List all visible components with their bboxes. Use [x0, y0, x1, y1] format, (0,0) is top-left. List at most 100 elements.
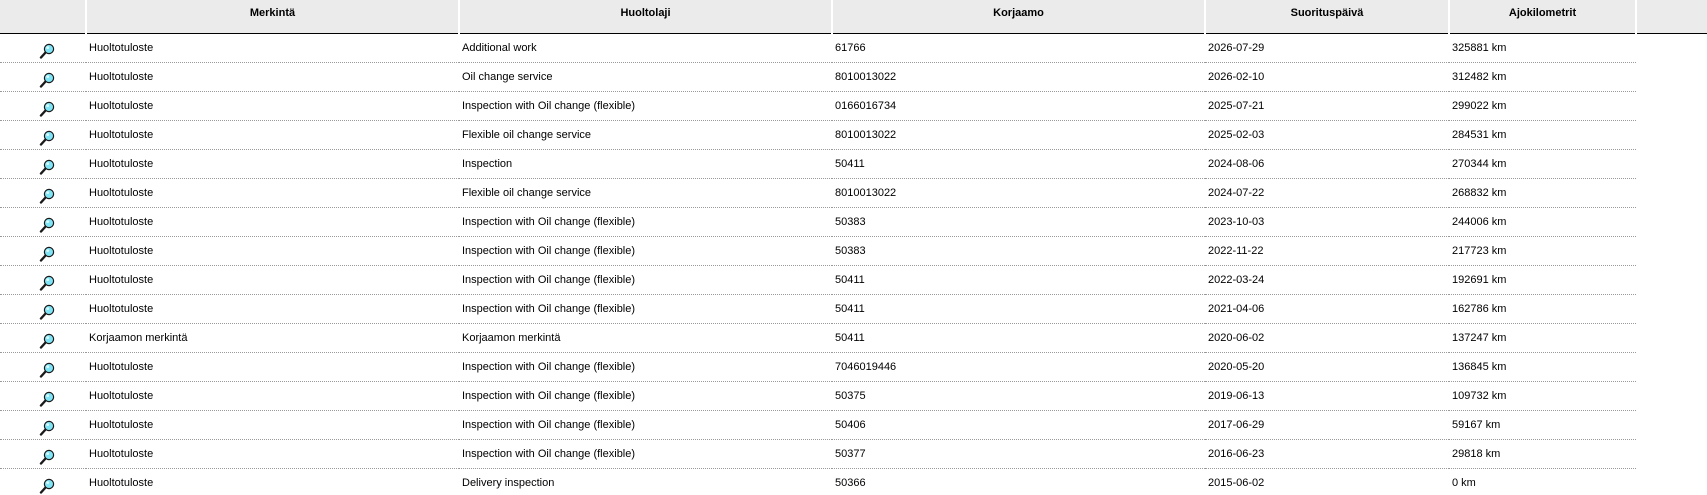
cell-extra	[1636, 178, 1707, 207]
cell-korjaamo: 8010013022	[832, 178, 1205, 208]
magnifier-icon[interactable]	[39, 101, 55, 117]
cell-merkinta: Huoltotuloste	[86, 410, 459, 440]
cell-suorituspaiva: 2020-06-02	[1205, 323, 1449, 353]
cell-ajokilometrit: 59167 km	[1449, 410, 1636, 440]
cell-huoltolaji: Inspection with Oil change (flexible)	[459, 91, 832, 121]
cell-suorituspaiva: 2019-06-13	[1205, 381, 1449, 411]
header-suorituspaiva[interactable]: Suorituspäivä	[1205, 0, 1450, 34]
cell-suorituspaiva: 2023-10-03	[1205, 207, 1449, 237]
header-huoltolaji[interactable]: Huoltolaji	[459, 0, 833, 34]
table-row[interactable]: Huoltotuloste Flexible oil change servic…	[0, 120, 1707, 150]
table-row[interactable]: Huoltotuloste Inspection with Oil change…	[0, 439, 1707, 469]
table-row[interactable]: Huoltotuloste Additional work 61766 2026…	[0, 33, 1707, 63]
view-details-cell[interactable]	[0, 468, 86, 495]
magnifier-icon[interactable]	[39, 478, 55, 494]
magnifier-icon[interactable]	[39, 449, 55, 465]
header-action	[0, 0, 87, 34]
cell-extra	[1636, 352, 1707, 381]
header-merkinta[interactable]: Merkintä	[86, 0, 460, 34]
view-details-cell[interactable]	[0, 352, 86, 382]
table-row[interactable]: Korjaamon merkintä Korjaamon merkintä 50…	[0, 323, 1707, 353]
view-details-cell[interactable]	[0, 410, 86, 440]
cell-korjaamo: 50377	[832, 439, 1205, 469]
service-history-table: Merkintä Huoltolaji Korjaamo Suorituspäi…	[0, 0, 1707, 495]
cell-huoltolaji: Inspection	[459, 149, 832, 179]
cell-suorituspaiva: 2026-02-10	[1205, 62, 1449, 92]
cell-huoltolaji: Flexible oil change service	[459, 178, 832, 208]
cell-extra	[1636, 33, 1707, 62]
cell-huoltolaji: Inspection with Oil change (flexible)	[459, 410, 832, 440]
view-details-cell[interactable]	[0, 236, 86, 266]
cell-korjaamo: 50375	[832, 381, 1205, 411]
header-korjaamo[interactable]: Korjaamo	[832, 0, 1206, 34]
table-row[interactable]: Huoltotuloste Inspection with Oil change…	[0, 294, 1707, 324]
table-row[interactable]: Huoltotuloste Inspection 50411 2024-08-0…	[0, 149, 1707, 179]
table-row[interactable]: Huoltotuloste Inspection with Oil change…	[0, 410, 1707, 440]
view-details-cell[interactable]	[0, 294, 86, 324]
view-details-cell[interactable]	[0, 439, 86, 469]
magnifier-icon[interactable]	[39, 188, 55, 204]
magnifier-icon[interactable]	[39, 72, 55, 88]
cell-huoltolaji: Delivery inspection	[459, 468, 832, 495]
magnifier-icon[interactable]	[39, 304, 55, 320]
cell-ajokilometrit: 0 km	[1449, 468, 1636, 495]
cell-suorituspaiva: 2022-11-22	[1205, 236, 1449, 266]
cell-korjaamo: 50411	[832, 294, 1205, 324]
header-ajokilometrit[interactable]: Ajokilometrit	[1449, 0, 1637, 34]
magnifier-icon[interactable]	[39, 130, 55, 146]
table-row[interactable]: Huoltotuloste Inspection with Oil change…	[0, 352, 1707, 382]
cell-ajokilometrit: 136845 km	[1449, 352, 1636, 382]
table-row[interactable]: Huoltotuloste Inspection with Oil change…	[0, 265, 1707, 295]
cell-korjaamo: 8010013022	[832, 62, 1205, 92]
magnifier-icon[interactable]	[39, 362, 55, 378]
view-details-cell[interactable]	[0, 33, 86, 63]
magnifier-icon[interactable]	[39, 159, 55, 175]
table-row[interactable]: Huoltotuloste Delivery inspection 50366 …	[0, 468, 1707, 495]
cell-korjaamo: 7046019446	[832, 352, 1205, 382]
view-details-cell[interactable]	[0, 265, 86, 295]
cell-suorituspaiva: 2022-03-24	[1205, 265, 1449, 295]
cell-extra	[1636, 468, 1707, 495]
cell-merkinta: Korjaamon merkintä	[86, 323, 459, 353]
table-row[interactable]: Huoltotuloste Inspection with Oil change…	[0, 91, 1707, 121]
cell-huoltolaji: Oil change service	[459, 62, 832, 92]
cell-korjaamo: 50406	[832, 410, 1205, 440]
cell-merkinta: Huoltotuloste	[86, 294, 459, 324]
view-details-cell[interactable]	[0, 381, 86, 411]
table-row[interactable]: Huoltotuloste Oil change service 8010013…	[0, 62, 1707, 92]
magnifier-icon[interactable]	[39, 420, 55, 436]
cell-merkinta: Huoltotuloste	[86, 149, 459, 179]
cell-extra	[1636, 265, 1707, 294]
cell-merkinta: Huoltotuloste	[86, 178, 459, 208]
cell-extra	[1636, 439, 1707, 468]
cell-merkinta: Huoltotuloste	[86, 265, 459, 295]
cell-ajokilometrit: 244006 km	[1449, 207, 1636, 237]
magnifier-icon[interactable]	[39, 391, 55, 407]
cell-merkinta: Huoltotuloste	[86, 62, 459, 92]
cell-huoltolaji: Additional work	[459, 33, 832, 63]
cell-ajokilometrit: 192691 km	[1449, 265, 1636, 295]
table-row[interactable]: Huoltotuloste Inspection with Oil change…	[0, 207, 1707, 237]
magnifier-icon[interactable]	[39, 333, 55, 349]
view-details-cell[interactable]	[0, 62, 86, 92]
magnifier-icon[interactable]	[39, 246, 55, 262]
cell-suorituspaiva: 2020-05-20	[1205, 352, 1449, 382]
cell-huoltolaji: Inspection with Oil change (flexible)	[459, 381, 832, 411]
cell-merkinta: Huoltotuloste	[86, 91, 459, 121]
cell-huoltolaji: Korjaamon merkintä	[459, 323, 832, 353]
cell-huoltolaji: Inspection with Oil change (flexible)	[459, 439, 832, 469]
view-details-cell[interactable]	[0, 207, 86, 237]
table-row[interactable]: Huoltotuloste Inspection with Oil change…	[0, 381, 1707, 411]
view-details-cell[interactable]	[0, 120, 86, 150]
view-details-cell[interactable]	[0, 323, 86, 353]
cell-korjaamo: 50383	[832, 236, 1205, 266]
magnifier-icon[interactable]	[39, 217, 55, 233]
view-details-cell[interactable]	[0, 91, 86, 121]
cell-korjaamo: 61766	[832, 33, 1205, 63]
view-details-cell[interactable]	[0, 149, 86, 179]
table-row[interactable]: Huoltotuloste Flexible oil change servic…	[0, 178, 1707, 208]
table-row[interactable]: Huoltotuloste Inspection with Oil change…	[0, 236, 1707, 266]
magnifier-icon[interactable]	[39, 275, 55, 291]
magnifier-icon[interactable]	[39, 43, 55, 59]
view-details-cell[interactable]	[0, 178, 86, 208]
